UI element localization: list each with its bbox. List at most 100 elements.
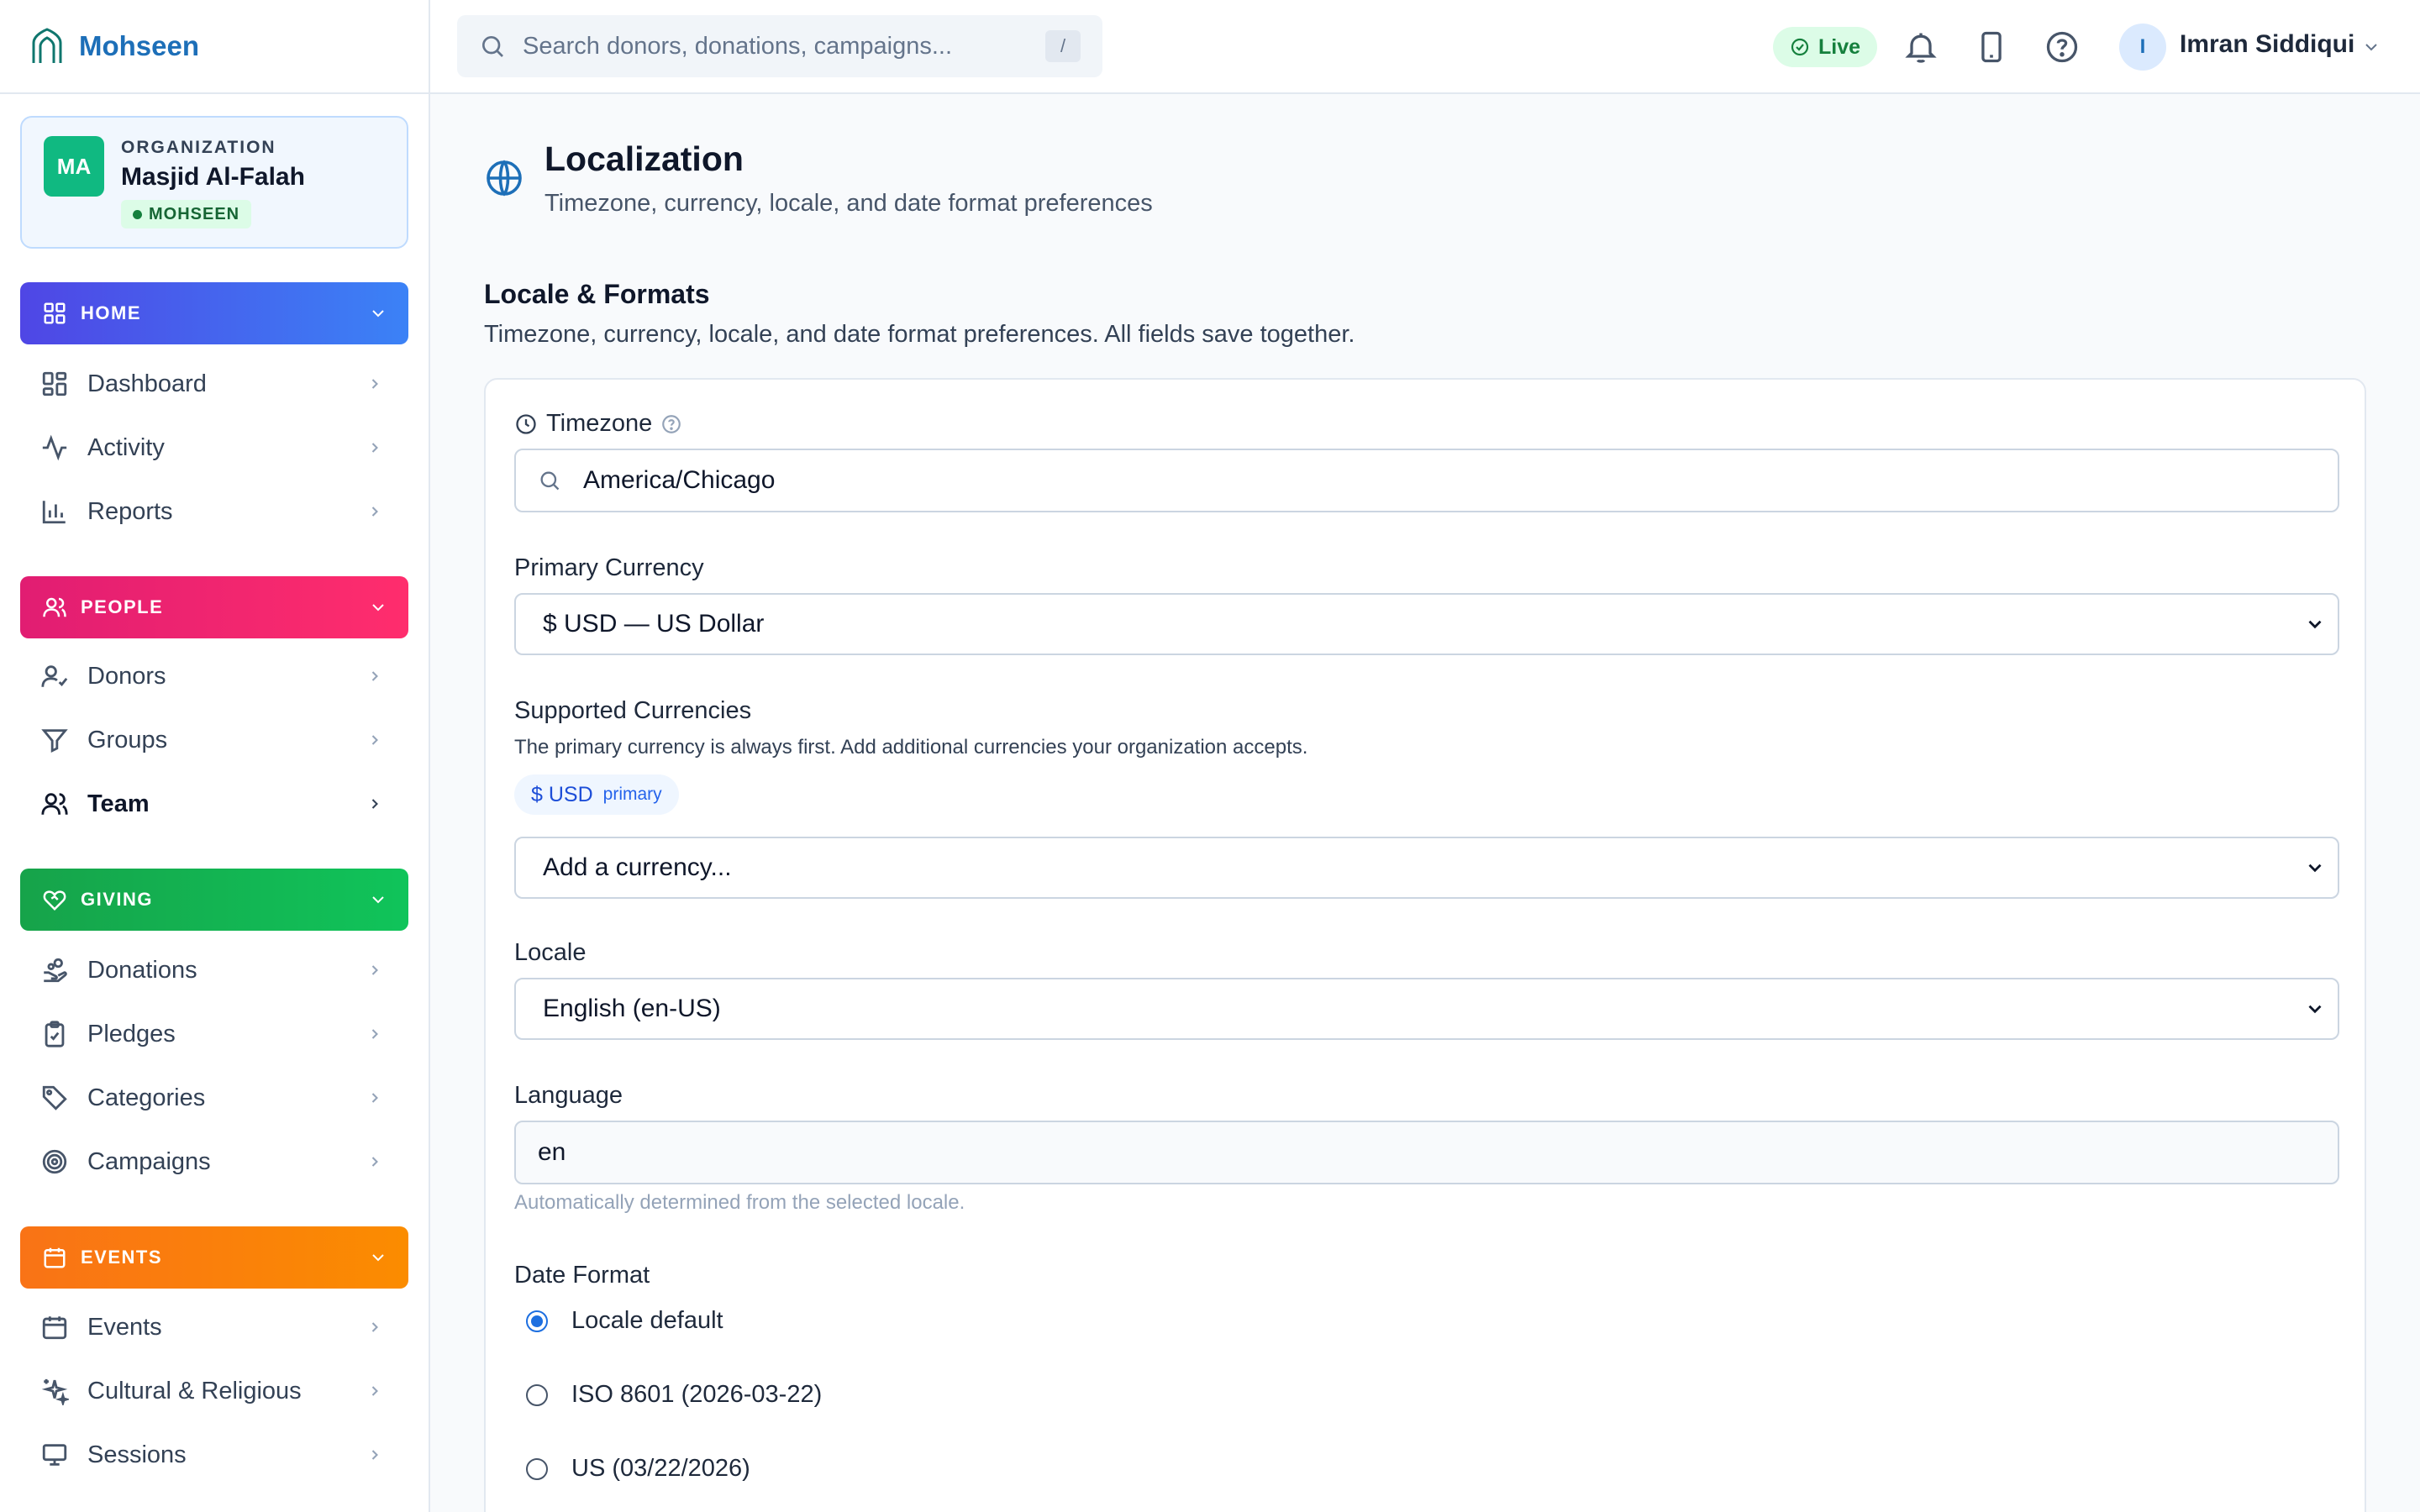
sidebar-item-donations[interactable]: Donations bbox=[20, 942, 408, 999]
org-avatar: MA bbox=[44, 136, 104, 197]
organization-card[interactable]: MA ORGANIZATION Masjid Al-Falah MOHSEEN bbox=[20, 116, 408, 249]
sidebar-item-label: Team bbox=[87, 790, 150, 817]
locale-formats-card: Timezone America/Chicago Primary Currenc… bbox=[484, 378, 2366, 1512]
status-dot-icon bbox=[133, 209, 142, 219]
section-label: GIVING bbox=[81, 889, 154, 910]
sidebar-item-label: Categories bbox=[87, 1084, 206, 1111]
timezone-label-text: Timezone bbox=[546, 410, 653, 437]
globe-icon bbox=[487, 160, 522, 197]
sidebar: Mohseen MA ORGANIZATION Masjid Al-Falah … bbox=[0, 0, 430, 1512]
page-subtitle: Timezone, currency, locale, and date for… bbox=[544, 190, 1153, 217]
mobile-device-icon[interactable] bbox=[1973, 29, 2010, 66]
sidebar-item-activity[interactable]: Activity bbox=[20, 419, 408, 476]
activity-pulse-icon bbox=[42, 434, 67, 461]
primary-currency-value: $ USD — US Dollar bbox=[543, 610, 765, 638]
radio-button[interactable] bbox=[526, 1310, 548, 1332]
radio-label: ISO 8601 (2026-03-22) bbox=[571, 1381, 823, 1408]
live-status-badge[interactable]: Live bbox=[1773, 27, 1878, 67]
search-input[interactable]: Search donors, donations, campaigns... / bbox=[457, 15, 1102, 77]
mosque-arch-icon bbox=[32, 28, 62, 63]
sidebar-item-label: Cultural & Religious bbox=[87, 1377, 302, 1404]
clock-icon bbox=[516, 413, 536, 434]
sidebar-item-groups[interactable]: Groups bbox=[20, 711, 408, 769]
funnel-icon bbox=[41, 729, 68, 753]
primary-currency-select[interactable]: $ USD — US Dollar bbox=[514, 593, 2339, 655]
language-value: en bbox=[538, 1138, 566, 1166]
supported-currencies-help: The primary currency is always first. Ad… bbox=[514, 736, 1308, 759]
date-format-option-iso[interactable]: ISO 8601 (2026-03-22) bbox=[526, 1381, 822, 1409]
sidebar-item-campaigns[interactable]: Campaigns bbox=[20, 1133, 408, 1190]
sidebar-item-label: Activity bbox=[87, 433, 165, 461]
chevron-right-icon bbox=[371, 965, 378, 975]
chevron-right-icon bbox=[371, 671, 378, 681]
heart-handshake-icon bbox=[43, 890, 66, 911]
live-label: Live bbox=[1818, 34, 1861, 59]
section-header-giving[interactable]: GIVING bbox=[20, 869, 408, 931]
user-check-icon bbox=[41, 665, 68, 687]
sidebar-item-label: Campaigns bbox=[87, 1147, 211, 1175]
users-icon bbox=[43, 597, 66, 617]
sidebar-item-events[interactable]: Events bbox=[20, 1299, 408, 1356]
chevron-right-icon bbox=[371, 379, 378, 389]
date-format-label: Date Format bbox=[514, 1262, 650, 1289]
add-currency-select[interactable]: Add a currency... bbox=[514, 837, 2339, 899]
sidebar-item-categories[interactable]: Categories bbox=[20, 1069, 408, 1126]
language-input[interactable]: en bbox=[514, 1121, 2339, 1184]
sidebar-item-pledges[interactable]: Pledges bbox=[20, 1005, 408, 1063]
sidebar-item-sessions[interactable]: Sessions bbox=[20, 1426, 408, 1483]
chevron-down-icon bbox=[372, 310, 384, 318]
language-label: Language bbox=[514, 1082, 623, 1109]
sidebar-item-label: Sessions bbox=[87, 1441, 187, 1468]
help-circle-icon[interactable] bbox=[2044, 29, 2081, 66]
language-hint: Automatically determined from the select… bbox=[514, 1191, 965, 1214]
sidebar-item-label: Reports bbox=[87, 497, 173, 525]
add-currency-placeholder: Add a currency... bbox=[543, 853, 732, 881]
radio-button[interactable] bbox=[526, 1383, 548, 1406]
timezone-label: Timezone bbox=[514, 410, 682, 438]
sidebar-item-donors[interactable]: Donors bbox=[20, 648, 408, 705]
user-avatar[interactable]: I bbox=[2119, 24, 2166, 71]
section-header-events[interactable]: EVENTS bbox=[20, 1226, 408, 1289]
chevron-down-icon[interactable] bbox=[2361, 37, 2381, 57]
sidebar-item-label: Groups bbox=[87, 726, 168, 753]
dashboard-grid-icon bbox=[42, 371, 67, 396]
clipboard-check-icon bbox=[45, 1021, 65, 1047]
chip-currency-code: $ USD bbox=[531, 782, 593, 806]
section-header-people[interactable]: PEOPLE bbox=[20, 576, 408, 638]
sidebar-item-label: Events bbox=[87, 1313, 162, 1341]
chevron-right-icon bbox=[371, 1322, 378, 1332]
chevron-down-icon bbox=[2308, 620, 2322, 629]
chevron-down-icon bbox=[2308, 864, 2322, 873]
org-name: Masjid Al-Falah bbox=[121, 163, 305, 191]
timezone-input[interactable]: America/Chicago bbox=[514, 449, 2339, 512]
date-format-option-us[interactable]: US (03/22/2026) bbox=[526, 1455, 750, 1483]
help-circle-icon[interactable] bbox=[660, 413, 682, 435]
monitor-icon bbox=[42, 1444, 67, 1466]
date-format-option-locale-default[interactable]: Locale default bbox=[526, 1307, 723, 1335]
sidebar-item-cultural-religious[interactable]: Cultural & Religious bbox=[20, 1362, 408, 1420]
calendar-icon bbox=[42, 1316, 67, 1340]
brand-name: Mohseen bbox=[79, 30, 200, 61]
section-header-home[interactable]: HOME bbox=[20, 282, 408, 344]
locale-select[interactable]: English (en-US) bbox=[514, 978, 2339, 1040]
section-label: PEOPLE bbox=[81, 596, 164, 617]
hand-coins-icon bbox=[44, 958, 67, 983]
sidebar-item-team[interactable]: Team bbox=[20, 775, 408, 832]
target-icon bbox=[42, 1149, 67, 1174]
chevron-down-icon bbox=[2308, 1005, 2322, 1014]
sidebar-item-reports[interactable]: Reports bbox=[20, 483, 408, 540]
grid-icon bbox=[44, 302, 66, 324]
radio-button[interactable] bbox=[526, 1457, 548, 1480]
chevron-right-icon bbox=[371, 1093, 378, 1103]
sidebar-item-label: Pledges bbox=[87, 1020, 176, 1047]
user-name[interactable]: Imran Siddiqui bbox=[2180, 30, 2354, 59]
chevron-right-icon bbox=[371, 1029, 378, 1039]
page-title: Localization bbox=[544, 139, 744, 178]
locale-value: English (en-US) bbox=[543, 995, 721, 1022]
brand[interactable]: Mohseen bbox=[0, 0, 429, 94]
currency-chip-usd[interactable]: $ USD primary bbox=[514, 774, 679, 815]
bell-icon[interactable] bbox=[1902, 29, 1939, 66]
sidebar-item-dashboard[interactable]: Dashboard bbox=[20, 355, 408, 412]
timezone-value: America/Chicago bbox=[583, 466, 776, 494]
primary-currency-label: Primary Currency bbox=[514, 554, 704, 581]
